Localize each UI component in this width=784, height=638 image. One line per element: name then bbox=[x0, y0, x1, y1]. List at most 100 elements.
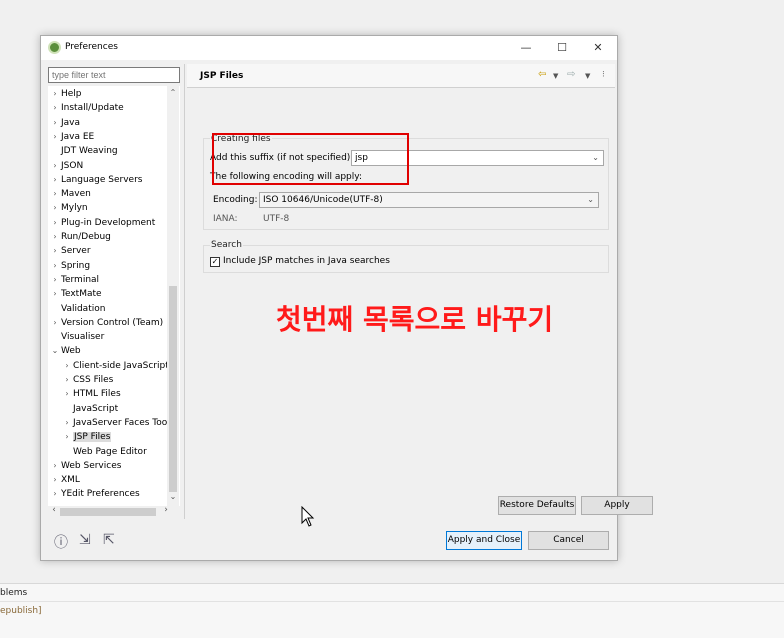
scroll-left-icon[interactable]: ‹ bbox=[48, 505, 60, 515]
problems-view: blems epublish] bbox=[0, 583, 784, 638]
tree-item[interactable]: › Java bbox=[49, 116, 80, 130]
chevron-down-icon: ⌄ bbox=[592, 153, 599, 162]
expand-chevron-icon[interactable]: › bbox=[49, 201, 61, 215]
minimize-button[interactable]: — bbox=[508, 36, 544, 60]
tree-item[interactable]: › Mylyn bbox=[49, 201, 87, 215]
tree-item[interactable]: › YEdit Preferences bbox=[49, 487, 140, 501]
scroll-right-icon[interactable]: › bbox=[160, 505, 172, 515]
expand-chevron-icon[interactable]: › bbox=[49, 259, 61, 273]
help-icon[interactable]: ⓘ bbox=[54, 532, 68, 552]
scroll-down-icon[interactable]: ⌄ bbox=[167, 492, 179, 501]
expand-chevron-icon[interactable]: › bbox=[49, 230, 61, 244]
scroll-thumb[interactable] bbox=[169, 286, 177, 492]
tree-item[interactable]: › HTML Files bbox=[61, 387, 121, 401]
tree-item-label: Run/Debug bbox=[61, 232, 111, 242]
expand-chevron-icon[interactable]: › bbox=[49, 130, 61, 144]
expand-chevron-icon[interactable]: › bbox=[61, 416, 73, 430]
tree-item[interactable]: JDT Weaving bbox=[49, 144, 118, 158]
tree-item[interactable]: › Plug-in Development bbox=[49, 216, 155, 230]
highlight-box bbox=[212, 133, 409, 185]
tree-item-label: Web Services bbox=[61, 460, 122, 471]
tree-item[interactable]: JavaScript bbox=[61, 402, 118, 416]
tree-horizontal-scrollbar[interactable]: ‹ › bbox=[48, 505, 180, 518]
tree-item[interactable]: › JSON bbox=[49, 159, 83, 173]
tree-item[interactable]: Validation bbox=[49, 302, 105, 316]
expand-chevron-icon[interactable]: › bbox=[61, 387, 73, 401]
apply-button[interactable]: Apply bbox=[581, 496, 653, 515]
restore-defaults-button[interactable]: Restore Defaults bbox=[498, 496, 576, 515]
tree-item[interactable]: Visualiser bbox=[49, 330, 104, 344]
expand-chevron-icon[interactable]: ⌄ bbox=[49, 344, 61, 358]
expand-chevron-icon[interactable]: › bbox=[49, 273, 61, 287]
title-bar[interactable]: Preferences — ☐ ✕ bbox=[41, 36, 617, 60]
tree-item-label: Server bbox=[61, 246, 91, 257]
expand-chevron-icon[interactable]: › bbox=[49, 116, 61, 130]
tree-item-label: Help bbox=[61, 89, 82, 99]
expand-chevron-icon[interactable]: › bbox=[49, 159, 61, 173]
expand-chevron-icon[interactable]: › bbox=[61, 359, 73, 373]
tree-item[interactable]: › Language Servers bbox=[49, 173, 142, 187]
expand-chevron-icon[interactable]: › bbox=[61, 430, 73, 444]
expand-chevron-icon[interactable]: › bbox=[61, 373, 73, 387]
tree-vertical-scrollbar[interactable]: ⌃ ⌄ bbox=[167, 86, 179, 506]
back-dropdown-icon[interactable]: ▼ bbox=[553, 72, 558, 80]
tree-item[interactable]: ⌄ Web bbox=[49, 344, 81, 358]
forward-arrow-icon[interactable]: ⇨ bbox=[567, 69, 575, 80]
tree-item[interactable]: › Web Services bbox=[49, 459, 121, 473]
apply-and-close-button[interactable]: Apply and Close bbox=[446, 531, 522, 550]
sash-divider[interactable] bbox=[184, 64, 185, 519]
tree-item[interactable]: › CSS Files bbox=[61, 373, 113, 387]
expand-chevron-icon[interactable]: › bbox=[49, 187, 61, 201]
tree-item[interactable]: Web Page Editor bbox=[61, 445, 147, 459]
expand-chevron-icon[interactable]: › bbox=[49, 101, 61, 115]
include-jsp-label[interactable]: Include JSP matches in Java searches bbox=[223, 256, 390, 266]
expand-chevron-icon[interactable]: › bbox=[49, 459, 61, 473]
tree-item-label: TextMate bbox=[61, 289, 102, 300]
spring-app-icon bbox=[48, 41, 61, 54]
back-arrow-icon[interactable]: ⇦ bbox=[538, 69, 546, 80]
tree-item[interactable]: › JavaServer Faces Too bbox=[61, 416, 167, 430]
problems-tab[interactable]: blems bbox=[0, 588, 27, 598]
page-title: JSP Files bbox=[200, 71, 244, 81]
export-icon[interactable]: ⇱ bbox=[103, 532, 115, 548]
tree-item[interactable]: › Maven bbox=[49, 187, 90, 201]
tree-item[interactable]: › XML bbox=[49, 473, 80, 487]
encoding-combo[interactable]: ISO 10646/Unicode(UTF-8) ⌄ bbox=[259, 192, 599, 208]
expand-chevron-icon[interactable]: › bbox=[49, 316, 61, 330]
tree-item[interactable]: › JSP Files bbox=[61, 430, 112, 444]
search-label: Search bbox=[210, 240, 243, 250]
include-jsp-checkbox[interactable]: ✓ bbox=[210, 257, 220, 267]
close-button[interactable]: ✕ bbox=[580, 36, 616, 60]
expand-chevron-icon[interactable]: › bbox=[49, 87, 61, 101]
hscroll-thumb[interactable] bbox=[60, 508, 156, 516]
tree-item[interactable]: › TextMate bbox=[49, 287, 102, 301]
expand-chevron-icon[interactable]: › bbox=[49, 216, 61, 230]
expand-chevron-icon[interactable]: › bbox=[49, 473, 61, 487]
expand-chevron-icon[interactable]: › bbox=[49, 487, 61, 501]
tree-item[interactable]: › Server bbox=[49, 244, 91, 258]
expand-chevron-icon[interactable]: › bbox=[49, 244, 61, 258]
tree-item[interactable]: › Install/Update bbox=[49, 101, 124, 115]
scroll-up-icon[interactable]: ⌃ bbox=[167, 88, 179, 97]
annotation-text: 첫번째 목록으로 바꾸기 bbox=[276, 303, 554, 336]
tree-item-label: HTML Files bbox=[73, 389, 121, 400]
expand-chevron-icon[interactable]: › bbox=[49, 287, 61, 301]
expand-chevron-icon[interactable]: › bbox=[49, 173, 61, 187]
tree-item[interactable]: › Spring bbox=[49, 259, 90, 273]
preference-tree[interactable]: › Help › Install/Update › Java › Java EE JDT Wea… bbox=[48, 86, 180, 506]
tree-item[interactable]: › Java EE bbox=[49, 130, 94, 144]
tree-item[interactable]: › Client-side JavaScript bbox=[61, 359, 168, 373]
tree-item-label: Install/Update bbox=[61, 103, 124, 114]
filter-input[interactable] bbox=[48, 67, 180, 83]
cancel-button[interactable]: Cancel bbox=[528, 531, 609, 550]
tree-item[interactable]: › Help bbox=[49, 87, 82, 101]
maximize-button[interactable]: ☐ bbox=[544, 36, 580, 60]
tree-item-label: YEdit Preferences bbox=[61, 489, 140, 500]
tree-item[interactable]: › Run/Debug bbox=[49, 230, 111, 244]
tree-item[interactable]: › Terminal bbox=[49, 273, 99, 287]
forward-dropdown-icon[interactable]: ▼ bbox=[585, 72, 590, 80]
view-menu-icon[interactable]: ⁝ bbox=[602, 70, 605, 80]
tree-item-label: Terminal bbox=[61, 274, 100, 285]
tree-item[interactable]: › Version Control (Team) bbox=[49, 316, 163, 330]
import-icon[interactable]: ⇲ bbox=[79, 532, 91, 548]
